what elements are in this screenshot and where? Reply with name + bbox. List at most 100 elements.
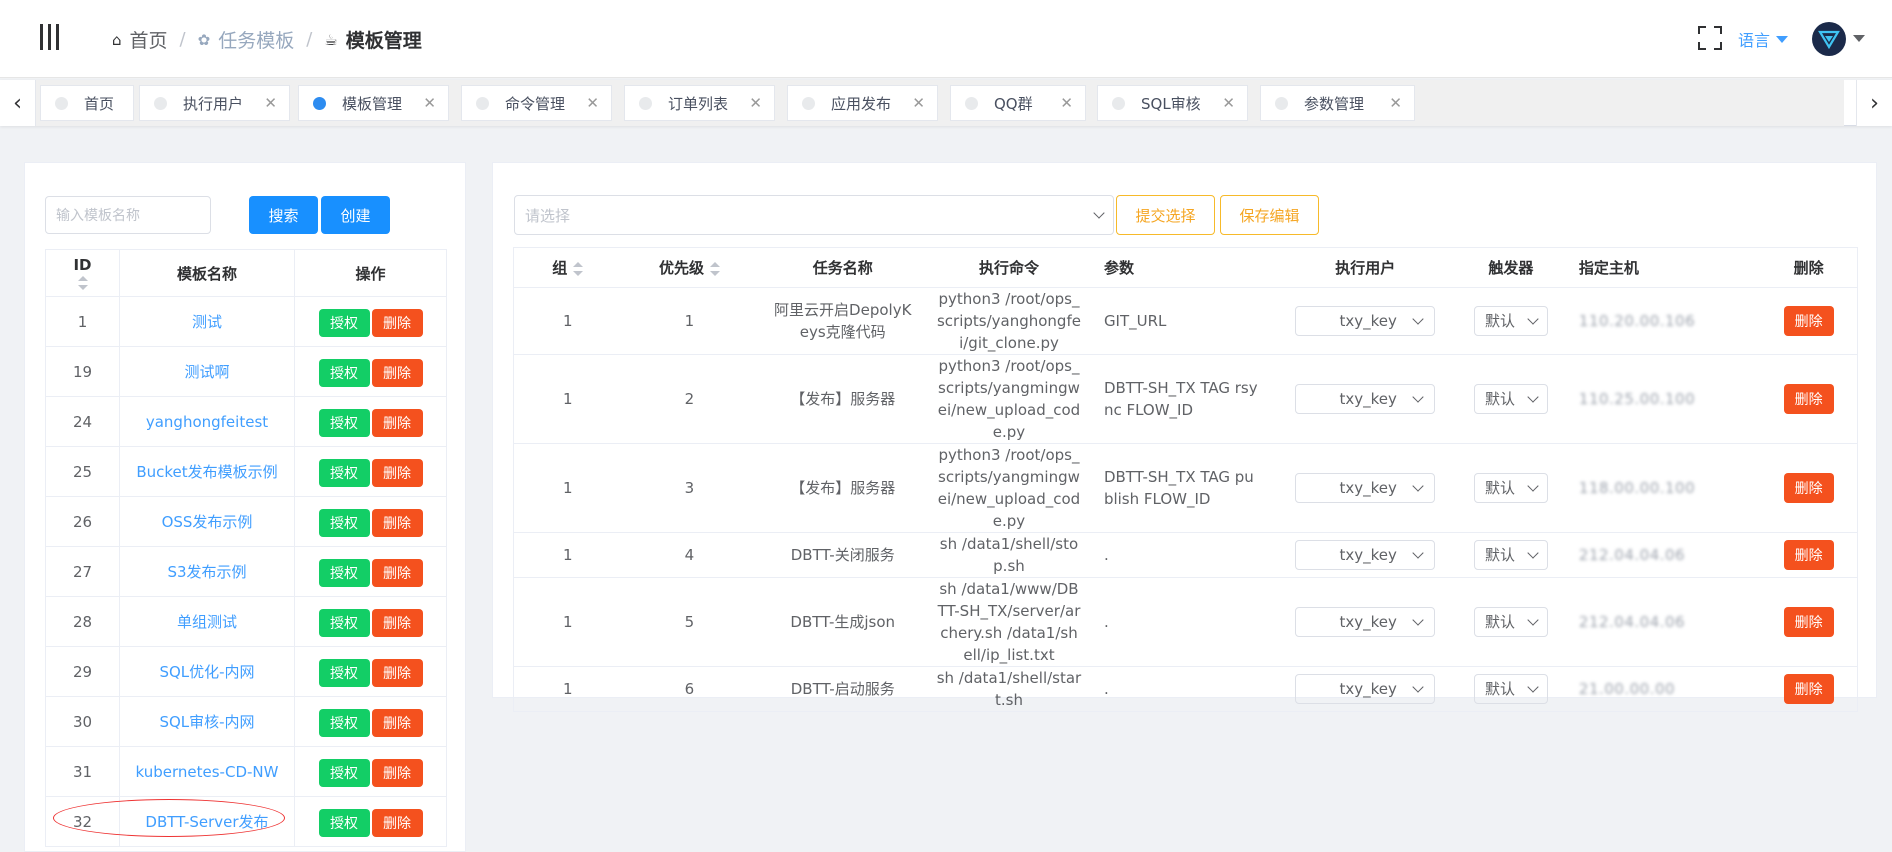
breadcrumb-home[interactable]: ⌂ 首页	[112, 26, 168, 53]
tab-exec-user[interactable]: 执行用户 ✕	[139, 85, 290, 121]
chevron-down-icon	[1412, 391, 1424, 403]
template-name-link[interactable]: OSS发布示例	[119, 496, 295, 547]
exec-user-select[interactable]: txy_key	[1295, 674, 1436, 704]
close-icon[interactable]: ✕	[1222, 94, 1235, 112]
exec-user-select[interactable]: txy_key	[1295, 306, 1436, 336]
tabs-scroll-left-icon[interactable]: ‹	[0, 80, 36, 126]
tab-param-manage[interactable]: 参数管理 ✕	[1260, 85, 1415, 121]
avatar-caret-icon[interactable]	[1853, 35, 1865, 42]
delete-button[interactable]: 删除	[371, 508, 423, 537]
column-header-id[interactable]: ID	[45, 249, 120, 297]
close-icon[interactable]: ✕	[264, 94, 277, 112]
fullscreen-icon[interactable]	[1698, 26, 1722, 50]
template-ops: 授权 删除	[294, 496, 447, 547]
tab-qq-group[interactable]: QQ群 ✕	[950, 85, 1086, 121]
save-edit-button[interactable]: 保存编辑	[1220, 195, 1319, 235]
trigger-select[interactable]: 默认	[1473, 473, 1548, 503]
delete-button[interactable]: 删除	[371, 708, 423, 737]
create-button[interactable]: 创建	[321, 196, 390, 234]
template-name-link[interactable]: yanghongfeitest	[119, 396, 295, 447]
template-name-link[interactable]: DBTT-Server发布	[119, 796, 295, 847]
authorize-button[interactable]: 授权	[318, 458, 370, 487]
exec-user-select[interactable]: txy_key	[1295, 607, 1436, 637]
authorize-button[interactable]: 授权	[318, 408, 370, 437]
close-icon[interactable]: ✕	[749, 94, 762, 112]
close-icon[interactable]: ✕	[423, 94, 436, 112]
tabs-scroll-right-icon[interactable]: ›	[1856, 80, 1892, 126]
delete-button[interactable]: 删除	[371, 808, 423, 837]
template-name-link[interactable]: SQL审核-内网	[119, 696, 295, 747]
template-name-link[interactable]: 测试	[119, 296, 295, 347]
authorize-button[interactable]: 授权	[318, 558, 370, 587]
search-button[interactable]: 搜索	[249, 196, 318, 234]
sort-icon[interactable]	[77, 276, 88, 290]
exec-user-select[interactable]: txy_key	[1295, 473, 1436, 503]
delete-button[interactable]: 删除	[371, 658, 423, 687]
template-name-link[interactable]: Bucket发布模板示例	[119, 446, 295, 497]
menu-toggle-icon[interactable]	[40, 24, 60, 50]
task-user-cell: txy_key	[1273, 532, 1457, 578]
delete-button[interactable]: 删除	[371, 758, 423, 787]
delete-task-button[interactable]: 删除	[1783, 607, 1834, 637]
exec-user-select[interactable]: txy_key	[1295, 540, 1436, 570]
trigger-select[interactable]: 默认	[1473, 306, 1548, 336]
trigger-select[interactable]: 默认	[1473, 540, 1548, 570]
column-header-name: 模板名称	[119, 249, 295, 297]
template-name-link[interactable]: SQL优化-内网	[119, 646, 295, 697]
column-header-priority[interactable]: 优先级	[621, 247, 758, 288]
template-name-link[interactable]: 测试啊	[119, 346, 295, 397]
task-name: DBTT-生成json	[757, 577, 929, 667]
delete-task-button[interactable]: 删除	[1783, 473, 1834, 503]
delete-task-button[interactable]: 删除	[1783, 540, 1834, 570]
avatar[interactable]	[1812, 22, 1846, 56]
authorize-button[interactable]: 授权	[318, 758, 370, 787]
task-priority: 4	[621, 532, 758, 578]
authorize-button[interactable]: 授权	[318, 808, 370, 837]
task-command: python3 /root/ops_scripts/yangmingwei/ne…	[928, 443, 1090, 533]
tab-sql-audit[interactable]: SQL审核 ✕	[1097, 85, 1248, 121]
close-icon[interactable]: ✕	[1060, 94, 1073, 112]
authorize-button[interactable]: 授权	[318, 708, 370, 737]
close-icon[interactable]: ✕	[586, 94, 599, 112]
trigger-select[interactable]: 默认	[1473, 607, 1548, 637]
close-icon[interactable]: ✕	[912, 94, 925, 112]
delete-button[interactable]: 删除	[371, 558, 423, 587]
close-icon[interactable]: ✕	[1389, 94, 1402, 112]
trigger-select[interactable]: 默认	[1473, 384, 1548, 414]
tab-home[interactable]: 首页	[40, 85, 134, 121]
trigger-select[interactable]: 默认	[1473, 674, 1548, 704]
authorize-button[interactable]: 授权	[318, 308, 370, 337]
delete-button[interactable]: 删除	[371, 308, 423, 337]
delete-task-button[interactable]: 删除	[1783, 674, 1834, 704]
authorize-button[interactable]: 授权	[318, 358, 370, 387]
task-name: 【发布】服务器	[757, 443, 929, 533]
tab-command-manage[interactable]: 命令管理 ✕	[461, 85, 612, 121]
task-select[interactable]: 请选择	[514, 195, 1114, 235]
tab-template-manage[interactable]: 模板管理 ✕	[298, 85, 449, 121]
delete-button[interactable]: 删除	[371, 358, 423, 387]
template-search-input[interactable]	[45, 196, 211, 234]
delete-button[interactable]: 删除	[371, 608, 423, 637]
delete-button[interactable]: 删除	[371, 458, 423, 487]
submit-selection-button[interactable]: 提交选择	[1116, 195, 1215, 235]
template-name-link[interactable]: S3发布示例	[119, 546, 295, 597]
delete-button[interactable]: 删除	[371, 408, 423, 437]
breadcrumb-current: ☕ 模板管理	[324, 30, 422, 52]
template-name-link[interactable]: 单组测试	[119, 596, 295, 647]
chevron-down-icon	[1412, 614, 1424, 626]
column-header-group[interactable]: 组	[513, 247, 622, 288]
sort-icon[interactable]	[709, 261, 720, 276]
task-host-cell: 118.00.00.100	[1564, 443, 1761, 533]
template-name-link[interactable]: kubernetes-CD-NW	[119, 746, 295, 797]
authorize-button[interactable]: 授权	[318, 608, 370, 637]
sort-icon[interactable]	[573, 261, 584, 276]
tab-order-list[interactable]: 订单列表 ✕	[624, 85, 775, 121]
authorize-button[interactable]: 授权	[318, 508, 370, 537]
authorize-button[interactable]: 授权	[318, 658, 370, 687]
delete-task-button[interactable]: 删除	[1783, 306, 1834, 336]
delete-task-button[interactable]: 删除	[1783, 384, 1834, 414]
exec-user-select[interactable]: txy_key	[1295, 384, 1436, 414]
tab-app-publish[interactable]: 应用发布 ✕	[787, 85, 938, 121]
language-dropdown[interactable]: 语言	[1738, 27, 1789, 51]
task-delete-cell: 删除	[1760, 532, 1858, 578]
